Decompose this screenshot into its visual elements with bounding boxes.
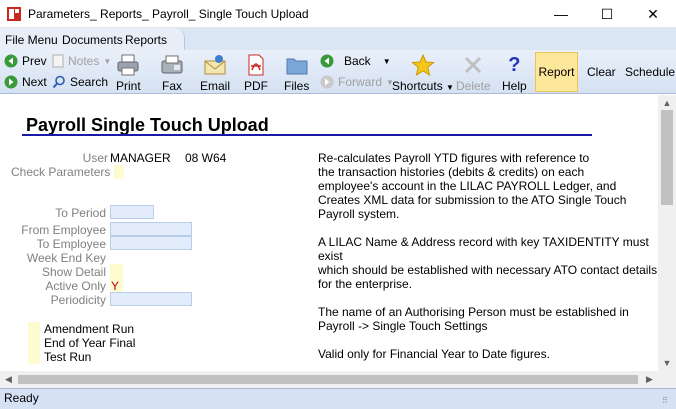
description-para-4: Valid only for Financial Year to Date fi… [318,347,550,361]
vertical-scroll-thumb[interactable] [661,110,673,205]
active-only-label: Active Only [45,279,106,293]
minimize-button[interactable]: — [538,0,584,28]
periodicity-field[interactable] [110,292,192,306]
email-button[interactable]: Email [200,53,230,93]
back-button[interactable]: Back ▼ [320,52,391,70]
from-employee-label: From Employee [21,223,106,237]
end-of-year-final-label: End of Year Final [44,336,136,350]
to-employee-field[interactable] [110,236,192,250]
check-parameters-label: Check Parameters [11,165,111,179]
app-icon [7,7,21,21]
print-label: Print [116,79,141,93]
back-arrow-icon [320,54,334,68]
check-parameters-checkbox[interactable] [114,165,124,179]
status-text: Ready [4,391,39,405]
search-icon [52,75,65,89]
fax-label: Fax [161,79,182,93]
report-button[interactable]: Report [535,52,578,92]
next-button[interactable]: Next [4,73,47,91]
periodicity-label: Periodicity [50,293,106,307]
star-icon [411,54,435,76]
search-button[interactable]: Search [52,73,108,91]
end-of-year-final-checkbox[interactable] [28,336,40,350]
to-period-label: To Period [55,206,106,220]
menu-file[interactable]: File Menu [5,33,58,47]
delete-x-icon [465,56,482,74]
active-only-value: Y [111,279,120,293]
to-employee-label: To Employee [36,237,106,251]
scroll-right-icon[interactable]: ▶ [641,371,658,388]
next-label: Next [22,75,47,89]
notes-icon [52,54,64,68]
fax-icon [161,55,183,74]
folder-icon [286,58,308,75]
test-run-checkbox[interactable] [28,350,40,364]
user-extra: 08 W64 [185,151,227,165]
shortcuts-button[interactable]: Shortcuts ▼ [392,53,454,93]
close-button[interactable]: ✕ [630,0,676,28]
scroll-down-icon[interactable]: ▼ [658,356,676,370]
pdf-button[interactable]: PDF [244,53,268,93]
print-button[interactable]: Print [116,53,141,93]
notes-button[interactable]: Notes ▼ [52,52,111,70]
menu-documents[interactable]: Documents [62,33,123,47]
amendment-run-checkbox[interactable] [28,322,40,336]
next-arrow-icon [4,75,18,89]
email-icon [204,55,226,75]
back-label: Back [344,54,371,68]
files-button[interactable]: Files [284,53,309,93]
forward-label: Forward [338,75,383,89]
scroll-left-icon[interactable]: ◀ [0,371,17,388]
status-bar [0,388,676,409]
page-title: Payroll Single Touch Upload [26,115,269,135]
window-title: Parameters_ Reports_ Payroll_ Single Tou… [28,7,309,21]
help-button[interactable]: ? Help [502,53,527,94]
to-period-field[interactable] [110,205,154,219]
amendment-run-label: Amendment Run [44,322,135,336]
clear-button[interactable]: Clear [587,65,616,79]
description-para-3: The name of an Authorising Person must b… [318,305,629,333]
horizontal-scroll-thumb[interactable] [18,375,638,384]
show-detail-checkbox[interactable] [110,264,123,278]
printer-icon [117,54,139,76]
description: Re-calculates Payroll YTD figures with r… [318,151,658,371]
delete-button[interactable]: Delete [456,53,491,93]
search-label: Search [70,75,109,89]
report-panel: Payroll Single Touch Upload User MANAGER… [4,95,658,371]
from-employee-field[interactable] [110,222,192,236]
test-run-label: Test Run [44,350,92,364]
email-label: Email [200,79,231,93]
forward-button[interactable]: Forward ▼ [320,73,394,91]
help-question-icon: ? [508,53,521,76]
files-label: Files [284,79,310,93]
pdf-label: PDF [244,79,268,93]
week-end-key-label: Week End Key [26,251,106,265]
report-label: Report [538,65,575,79]
shortcuts-dropdown-icon: ▼ [446,83,454,92]
prev-button[interactable]: Prev [4,52,47,70]
title-underline [22,134,592,136]
menu-reports[interactable]: Reports [125,33,167,47]
forward-arrow-icon [320,75,334,89]
pdf-icon [248,54,264,76]
resize-grip-icon[interactable]: ⠿ [662,396,668,405]
schedule-button[interactable]: Schedule [625,65,675,79]
user-label: User [82,151,108,165]
prev-label: Prev [22,54,47,68]
back-dropdown-icon: ▼ [382,56,391,66]
fax-button[interactable]: Fax [160,53,184,93]
scrollbar-corner [658,371,676,388]
shortcuts-label: Shortcuts [392,79,443,93]
maximize-button[interactable]: ☐ [584,0,630,28]
description-para-1: Re-calculates Payroll YTD figures with r… [318,151,627,221]
show-detail-label: Show Detail [41,265,106,279]
description-para-2: A LILAC Name & Address record with key T… [318,235,658,291]
scroll-up-icon[interactable]: ▲ [658,96,676,110]
help-label: Help [502,79,527,93]
user-value: MANAGER [110,151,171,165]
prev-arrow-icon [4,54,18,68]
notes-dropdown-icon: ▼ [103,56,112,66]
delete-label: Delete [456,79,491,93]
notes-label: Notes [68,54,100,68]
